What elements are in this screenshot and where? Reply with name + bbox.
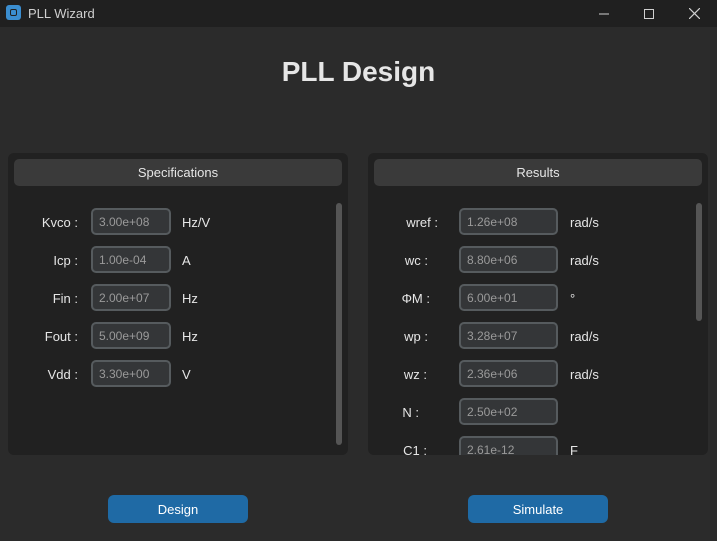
fout-field[interactable]: 5.00e+09 <box>91 322 171 349</box>
fin-label: Fin : <box>52 291 78 306</box>
kvco-unit: Hz/V <box>182 215 211 230</box>
n-field[interactable]: 2.50e+02 <box>459 398 558 425</box>
wz-label: wz : <box>403 367 427 382</box>
close-icon <box>688 8 700 19</box>
phase-margin-label: ΦM : <box>401 291 430 306</box>
specifications-header: Specifications <box>14 159 342 186</box>
wref-unit: rad/s <box>570 215 599 230</box>
results-header: Results <box>374 159 702 186</box>
kvco-field[interactable]: 3.00e+08 <box>91 208 171 235</box>
specifications-scrollbar[interactable] <box>336 203 342 445</box>
fout-unit: Hz <box>182 329 198 344</box>
wp-unit: rad/s <box>570 329 599 344</box>
close-button[interactable] <box>671 0 717 27</box>
c1-unit: F <box>570 443 578 455</box>
vdd-label: Vdd : <box>47 367 78 382</box>
title-bar: PLL Wizard <box>0 0 717 27</box>
phase-margin-field[interactable]: 6.00e+01 <box>459 284 558 311</box>
wp-field[interactable]: 3.28e+07 <box>459 322 558 349</box>
maximize-button[interactable] <box>626 0 672 27</box>
wp-label: wp : <box>404 329 428 344</box>
phase-margin-unit: ° <box>570 291 576 306</box>
simulate-button[interactable]: Simulate <box>468 495 608 523</box>
minimize-button[interactable] <box>581 0 627 27</box>
wref-field[interactable]: 1.26e+08 <box>459 208 558 235</box>
wc-field[interactable]: 8.80e+06 <box>459 246 558 273</box>
n-label: N : <box>402 405 419 420</box>
wref-label: wref : <box>406 215 438 230</box>
results-panel: Results wref : 1.26e+08 rad/s wc : 8.80e… <box>368 153 708 455</box>
kvco-label: Kvco : <box>41 215 78 230</box>
app-icon <box>6 5 21 20</box>
fin-unit: Hz <box>182 291 198 306</box>
maximize-icon <box>644 8 654 19</box>
wc-label: wc : <box>404 253 428 268</box>
icp-field[interactable]: 1.00e-04 <box>91 246 171 273</box>
wc-unit: rad/s <box>570 253 599 268</box>
wz-unit: rad/s <box>570 367 599 382</box>
specifications-panel: Specifications Kvco : 3.00e+08 Hz/V Icp … <box>8 153 348 455</box>
results-scrollbar[interactable] <box>696 203 702 321</box>
vdd-unit: V <box>182 367 191 382</box>
icp-unit: A <box>182 253 191 268</box>
fin-field[interactable]: 2.00e+07 <box>91 284 171 311</box>
c1-field[interactable]: 2.61e-12 <box>459 436 558 455</box>
icp-label: Icp : <box>53 253 78 268</box>
window-title: PLL Wizard <box>28 6 95 21</box>
vdd-field[interactable]: 3.30e+00 <box>91 360 171 387</box>
c1-label: C1 : <box>403 443 427 455</box>
wz-field[interactable]: 2.36e+06 <box>459 360 558 387</box>
fout-label: Fout : <box>44 329 78 344</box>
page-title: PLL Design <box>281 56 436 87</box>
minimize-icon <box>599 13 609 14</box>
design-button[interactable]: Design <box>108 495 248 523</box>
